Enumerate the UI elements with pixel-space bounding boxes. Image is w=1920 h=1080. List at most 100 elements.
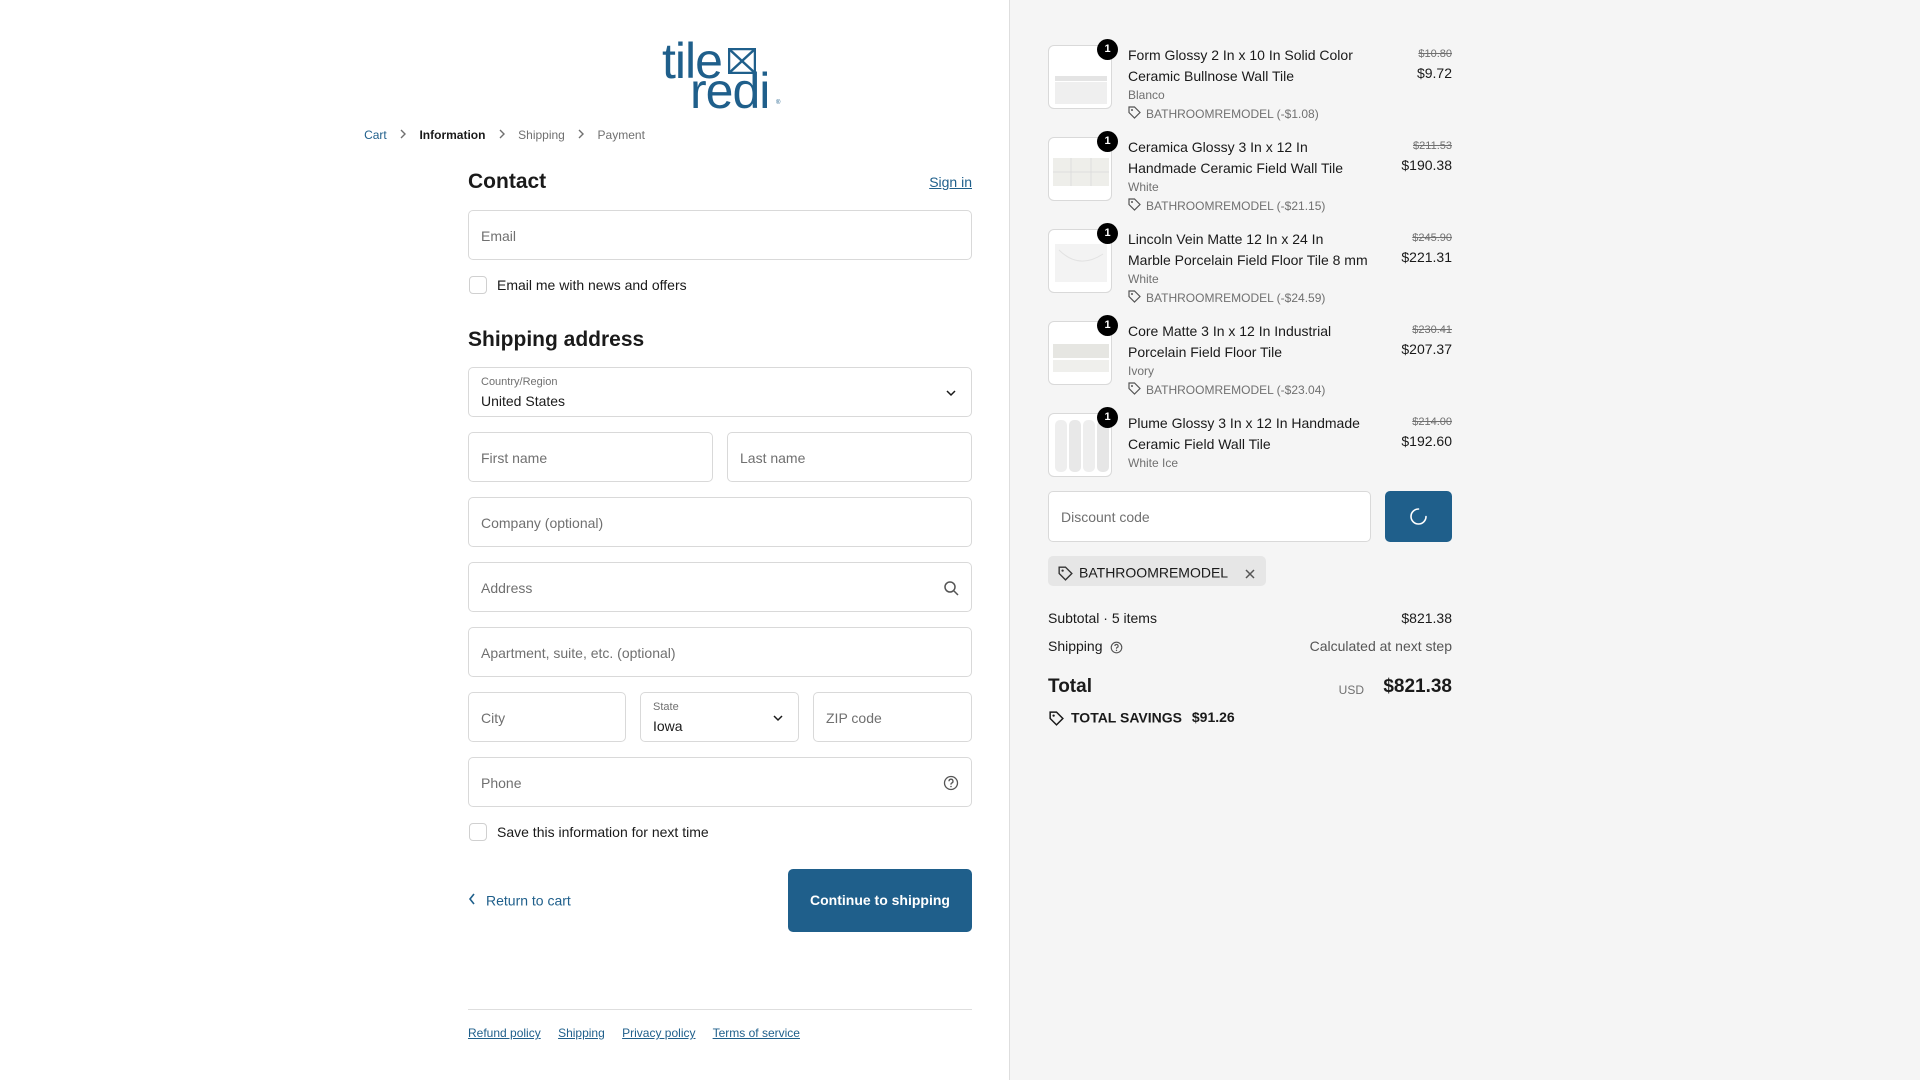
contact-heading: Contact bbox=[468, 170, 547, 193]
product-name: Form Glossy 2 In x 10 In Solid Color Cer… bbox=[1128, 47, 1353, 84]
product-name: Lincoln Vein Matte 12 In x 24 In Marble … bbox=[1128, 231, 1368, 268]
product-name: Plume Glossy 3 In x 12 In Handmade Ceram… bbox=[1128, 415, 1360, 452]
savings-label: TOTAL SAVINGS bbox=[1071, 709, 1182, 726]
first-name-placeholder: First name bbox=[481, 450, 548, 466]
chevron-down-icon bbox=[773, 715, 783, 722]
first-name-field[interactable]: First name bbox=[468, 432, 713, 482]
country-value: United States bbox=[481, 393, 566, 409]
last-name-placeholder: Last name bbox=[740, 450, 806, 466]
close-icon[interactable] bbox=[1232, 564, 1256, 580]
apply-discount-button[interactable] bbox=[1385, 491, 1452, 542]
newsletter-checkbox[interactable] bbox=[469, 276, 487, 294]
list-item: 1 Ceramica Glossy 3 In x 12 In Handmade … bbox=[1048, 131, 1452, 217]
tag-icon bbox=[1128, 198, 1141, 214]
quantity-badge: 1 bbox=[1097, 407, 1118, 428]
product-original-price: $214.00 bbox=[1412, 416, 1452, 428]
product-discount: BATHROOMREMODEL (-$21.15) bbox=[1128, 198, 1325, 214]
terms-of-service-link[interactable]: Terms of service bbox=[713, 1026, 800, 1040]
help-icon[interactable] bbox=[943, 775, 959, 791]
product-variant: Blanco bbox=[1128, 88, 1165, 102]
tag-icon bbox=[1128, 382, 1141, 398]
contact-header: Contact Sign in bbox=[468, 170, 972, 200]
product-variant: Ivory bbox=[1128, 364, 1155, 378]
chevron-right-icon bbox=[577, 128, 585, 142]
country-label: Country/Region bbox=[481, 376, 558, 388]
refund-policy-link[interactable]: Refund policy bbox=[468, 1026, 541, 1040]
applied-discount-code: BATHROOMREMODEL bbox=[1079, 564, 1229, 581]
help-icon[interactable] bbox=[1106, 638, 1123, 654]
store-logo[interactable]: tile redi ® bbox=[660, 33, 782, 119]
product-variant: White bbox=[1128, 272, 1159, 286]
address-placeholder: Address bbox=[481, 580, 533, 596]
product-name: Ceramica Glossy 3 In x 12 In Handmade Ce… bbox=[1128, 139, 1343, 176]
zip-placeholder: ZIP code bbox=[826, 710, 882, 726]
save-info-checkbox[interactable] bbox=[469, 823, 487, 841]
tag-icon bbox=[1128, 290, 1141, 306]
product-variant: White bbox=[1128, 180, 1159, 194]
product-discount: BATHROOMREMODEL (-$24.59) bbox=[1128, 290, 1325, 306]
last-name-field[interactable]: Last name bbox=[727, 432, 972, 482]
list-item: 1 Lincoln Vein Matte 12 In x 24 In Marbl… bbox=[1048, 223, 1452, 309]
state-select[interactable]: State Iowa bbox=[640, 692, 799, 742]
quantity-badge: 1 bbox=[1097, 131, 1118, 152]
return-to-cart-link[interactable]: Return to cart bbox=[468, 891, 571, 908]
applied-discount-tag: BATHROOMREMODEL bbox=[1048, 556, 1266, 586]
apartment-field[interactable]: Apartment, suite, etc. (optional) bbox=[468, 627, 972, 677]
quantity-badge: 1 bbox=[1097, 223, 1118, 244]
email-placeholder: Email bbox=[481, 228, 517, 244]
product-discount-text: BATHROOMREMODEL (-$1.08) bbox=[1146, 107, 1319, 121]
subtotal-value: $821.38 bbox=[1401, 610, 1452, 626]
chevron-right-icon bbox=[399, 128, 407, 142]
product-price: $221.31 bbox=[1401, 249, 1452, 265]
continue-to-shipping-button[interactable]: Continue to shipping bbox=[788, 869, 972, 932]
product-discount-text: BATHROOMREMODEL (-$21.15) bbox=[1146, 199, 1326, 213]
total-label: Total bbox=[1048, 676, 1092, 697]
savings-value: $91.26 bbox=[1191, 709, 1235, 726]
product-original-price: $245.90 bbox=[1412, 232, 1452, 244]
tag-icon bbox=[1128, 106, 1141, 122]
list-item: 1 Plume Glossy 3 In x 12 In Handmade Cer… bbox=[1048, 407, 1452, 477]
email-field[interactable]: Email bbox=[468, 210, 972, 260]
shipping-address-heading: Shipping address bbox=[468, 328, 645, 351]
privacy-policy-link[interactable]: Privacy policy bbox=[622, 1026, 695, 1040]
tag-icon bbox=[1058, 564, 1079, 581]
country-select[interactable]: Country/Region United States bbox=[468, 367, 972, 417]
breadcrumb-payment: Payment bbox=[597, 127, 645, 142]
product-variant: White Ice bbox=[1128, 456, 1179, 470]
currency-code: USD bbox=[1338, 683, 1364, 697]
breadcrumb-shipping: Shipping bbox=[518, 127, 565, 142]
footer-links: Refund policy Shipping Privacy policy Te… bbox=[468, 1026, 814, 1040]
discount-code-input[interactable]: Discount code bbox=[1048, 491, 1371, 542]
phone-field[interactable]: Phone bbox=[468, 757, 972, 807]
product-price: $207.37 bbox=[1401, 341, 1452, 357]
city-placeholder: City bbox=[481, 710, 506, 726]
list-item: 1 Form Glossy 2 In x 10 In Solid Color C… bbox=[1048, 39, 1452, 125]
breadcrumb-cart[interactable]: Cart bbox=[364, 128, 387, 142]
company-field[interactable]: Company (optional) bbox=[468, 497, 972, 547]
company-placeholder: Company (optional) bbox=[481, 515, 604, 531]
product-discount: BATHROOMREMODEL (-$23.04) bbox=[1128, 382, 1325, 398]
state-label: State bbox=[653, 701, 679, 713]
return-to-cart-label: Return to cart bbox=[486, 892, 571, 909]
discount-code-placeholder: Discount code bbox=[1061, 509, 1150, 525]
product-price: $190.38 bbox=[1401, 157, 1452, 173]
list-item: 1 Core Matte 3 In x 12 In Industrial Por… bbox=[1048, 315, 1452, 401]
product-discount: BATHROOMREMODEL (-$1.08) bbox=[1128, 106, 1319, 122]
product-price: $192.60 bbox=[1401, 433, 1452, 449]
shipping-row: Shipping Calculated at next step bbox=[1048, 638, 1452, 654]
spinner-icon bbox=[1410, 508, 1427, 525]
address-field[interactable]: Address bbox=[468, 562, 972, 612]
sign-in-link[interactable]: Sign in bbox=[929, 174, 972, 190]
zip-field[interactable]: ZIP code bbox=[813, 692, 972, 742]
logo-text-bottom: redi bbox=[690, 63, 770, 119]
footer-divider bbox=[468, 1009, 972, 1010]
phone-placeholder: Phone bbox=[481, 775, 522, 791]
product-price: $9.72 bbox=[1416, 65, 1452, 81]
shipping-policy-link[interactable]: Shipping bbox=[558, 1026, 605, 1040]
registered-mark: ® bbox=[776, 100, 781, 106]
product-original-price: $211.53 bbox=[1413, 140, 1452, 152]
quantity-badge: 1 bbox=[1097, 315, 1118, 336]
chevron-left-icon bbox=[468, 892, 476, 908]
product-name: Core Matte 3 In x 12 In Industrial Porce… bbox=[1128, 323, 1332, 360]
city-field[interactable]: City bbox=[468, 692, 626, 742]
